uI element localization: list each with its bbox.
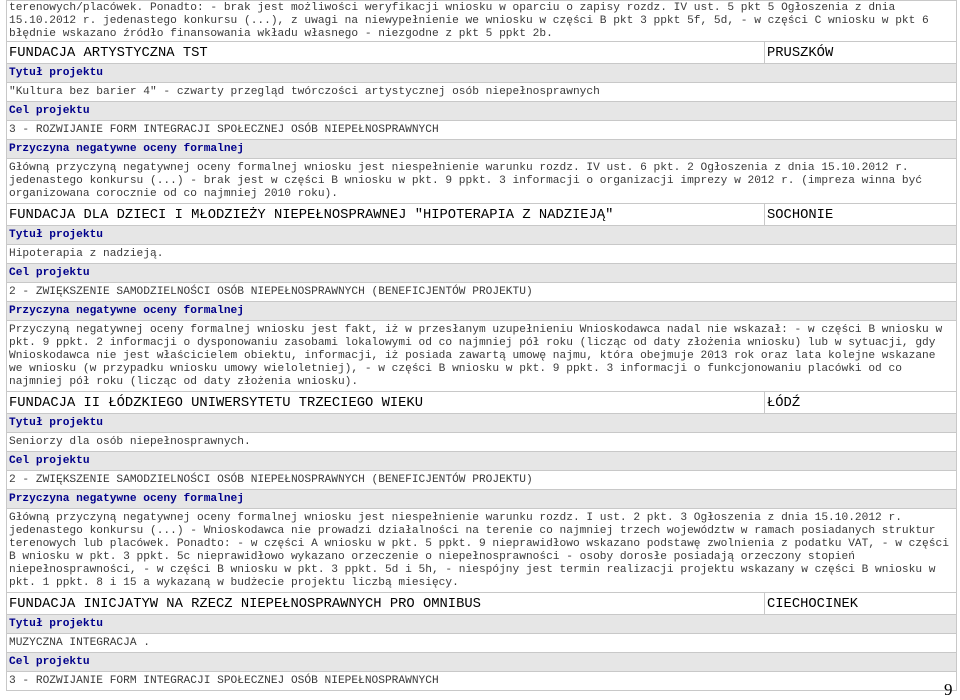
project-title-value: Hipoterapia z nadzieją. (6, 244, 957, 264)
entry-header-row: FUNDACJA II ŁÓDZKIEGO UNIWERSYTETU TRZEC… (6, 391, 957, 414)
project-title-value: "Kultura bez barier 4" - czwarty przeglą… (6, 82, 957, 102)
project-title-value: MUZYCZNA INTEGRACJA . (6, 633, 957, 653)
entry-header-row: FUNDACJA INICJATYW NA RZECZ NIEPEŁNOSPRA… (6, 592, 957, 615)
project-goal-label: Cel projektu (6, 101, 957, 121)
project-goal-label: Cel projektu (6, 652, 957, 672)
intro-row: terenowych/placówek. Ponadto: - brak jes… (6, 0, 957, 42)
project-goal-value: 3 - ROZWIJANIE FORM INTEGRACJI SPOŁECZNE… (6, 671, 957, 691)
project-title-label: Tytuł projektu (6, 225, 957, 245)
entry-header-row: FUNDACJA ARTYSTYCZNA TST PRUSZKÓW (6, 41, 957, 64)
rejection-reason-label: Przyczyna negatywne oceny formalnej (6, 489, 957, 509)
project-title-label: Tytuł projektu (6, 63, 957, 83)
rejection-reason-value: Główną przyczyną negatywnej oceny formal… (6, 158, 957, 204)
city-name: PRUSZKÓW (764, 41, 957, 64)
project-title-label: Tytuł projektu (6, 614, 957, 634)
city-name: SOCHONIE (764, 203, 957, 226)
page-number: 9 (944, 680, 953, 699)
entry-header-row: FUNDACJA DLA DZIECI I MŁODZIEŻY NIEPEŁNO… (6, 203, 957, 226)
city-name: CIECHOCINEK (764, 592, 957, 615)
city-name: ŁÓDŹ (764, 391, 957, 414)
organization-name: FUNDACJA ARTYSTYCZNA TST (6, 41, 765, 64)
project-goal-label: Cel projektu (6, 263, 957, 283)
rejection-reason-label: Przyczyna negatywne oceny formalnej (6, 301, 957, 321)
organization-name: FUNDACJA DLA DZIECI I MŁODZIEŻY NIEPEŁNO… (6, 203, 765, 226)
projects-table: terenowych/placówek. Ponadto: - brak jes… (6, 0, 957, 691)
project-goal-value: 2 - ZWIĘKSZENIE SAMODZIELNOŚCI OSÓB NIEP… (6, 282, 957, 302)
project-goal-label: Cel projektu (6, 451, 957, 471)
organization-name: FUNDACJA II ŁÓDZKIEGO UNIWERSYTETU TRZEC… (6, 391, 765, 414)
project-goal-value: 3 - ROZWIJANIE FORM INTEGRACJI SPOŁECZNE… (6, 120, 957, 140)
rejection-reason-value: Główną przyczyną negatywnej oceny formal… (6, 508, 957, 593)
rejection-reason-label: Przyczyna negatywne oceny formalnej (6, 139, 957, 159)
project-title-value: Seniorzy dla osób niepełnosprawnych. (6, 432, 957, 452)
intro-text: terenowych/placówek. Ponadto: - brak jes… (6, 0, 957, 42)
project-title-label: Tytuł projektu (6, 413, 957, 433)
organization-name: FUNDACJA INICJATYW NA RZECZ NIEPEŁNOSPRA… (6, 592, 765, 615)
document-page: terenowych/placówek. Ponadto: - brak jes… (6, 0, 957, 691)
rejection-reason-value: Przyczyną negatywnej oceny formalnej wni… (6, 320, 957, 392)
project-goal-value: 2 - ZWIĘKSZENIE SAMODZIELNOŚCI OSÓB NIEP… (6, 470, 957, 490)
